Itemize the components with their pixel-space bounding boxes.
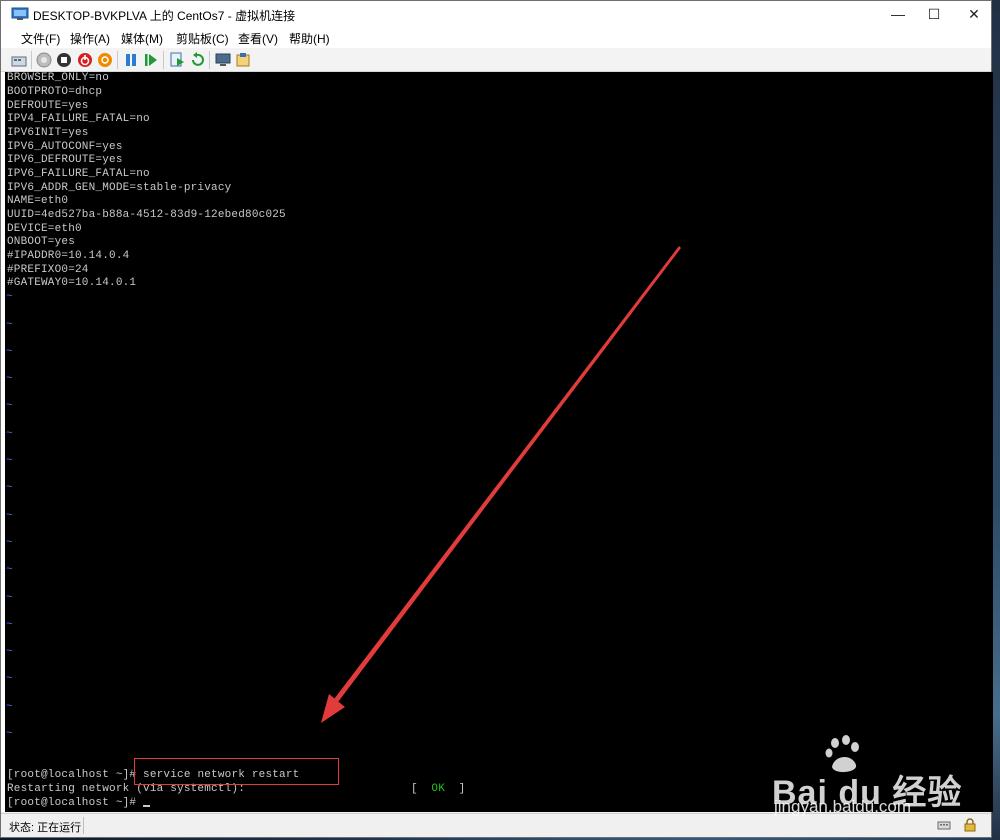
menu-clipboard[interactable]: 剪贴板(C) [176, 30, 229, 47]
desktop-background [992, 0, 1000, 840]
annotation-arrow [321, 246, 681, 723]
vm-console-screen[interactable]: BROWSER_ONLY=no BOOTPROTO=dhcp DEFROUTE=… [5, 72, 993, 812]
share-icon[interactable] [235, 52, 251, 68]
pause-icon[interactable] [123, 52, 139, 68]
close-button[interactable]: ✕ [951, 1, 997, 27]
revert-icon[interactable] [189, 52, 205, 68]
toolbar-separator [117, 51, 118, 69]
ctrl-alt-del-icon[interactable] [11, 52, 27, 68]
checkpoint-icon[interactable] [169, 52, 185, 68]
title-bar: DESKTOP-BVKPLVA 上的 CentOs7 - 虚拟机连接 — ☐ ✕ [1, 1, 991, 27]
arrow-shaft [328, 246, 681, 710]
menu-view[interactable]: 查看(V) [238, 30, 278, 47]
menu-action[interactable]: 操作(A) [70, 30, 110, 47]
watermark-url: jingyan.baidu.com [774, 797, 912, 816]
menu-bar: 文件(F) 操作(A) 媒体(M) 剪贴板(C) 查看(V) 帮助(H) [1, 27, 991, 48]
toolbar-separator [209, 51, 210, 69]
enhanced-session-icon[interactable] [215, 52, 231, 68]
menu-help[interactable]: 帮助(H) [289, 30, 330, 47]
vm-connect-icon [11, 7, 29, 20]
menu-file[interactable]: 文件(F) [21, 30, 60, 47]
toolbar-separator [163, 51, 164, 69]
start-icon[interactable] [36, 52, 52, 68]
toolbar-separator [31, 51, 32, 69]
status-separator [83, 817, 84, 834]
resume-icon[interactable] [143, 52, 159, 68]
vm-connection-window: DESKTOP-BVKPLVA 上的 CentOs7 - 虚拟机连接 — ☐ ✕… [0, 0, 993, 838]
window-title: DESKTOP-BVKPLVA 上的 CentOs7 - 虚拟机连接 [33, 9, 296, 23]
baidu-jingyan-watermark: Bai du 经验 jingyan.baidu.com [762, 735, 992, 825]
vm-status-text: 状态: 正在运行 [9, 822, 82, 834]
menu-media[interactable]: 媒体(M) [121, 30, 163, 47]
toolbar [1, 48, 991, 72]
shutdown-icon[interactable] [77, 52, 93, 68]
turn-off-icon[interactable] [56, 52, 72, 68]
save-state-icon[interactable] [97, 52, 113, 68]
arrow-head [321, 694, 345, 723]
